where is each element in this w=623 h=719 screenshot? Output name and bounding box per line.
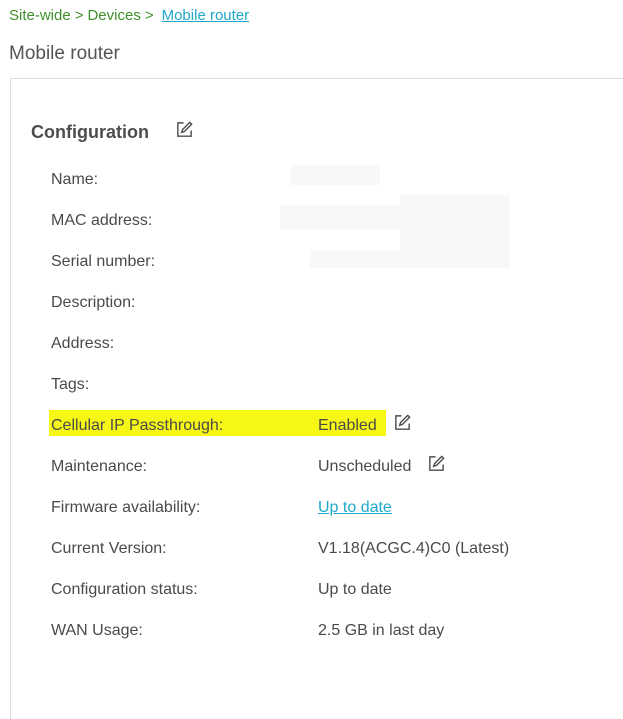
cellular-ip-passthrough-label: Cellular IP Passthrough: [51, 417, 224, 434]
firmware-availability-label: Firmware availability: [51, 499, 201, 516]
address-label: Address: [51, 335, 115, 352]
maintenance-value: Unscheduled [318, 458, 412, 475]
configuration-status-label: Configuration status: [51, 581, 198, 598]
breadcrumb-item-devices[interactable]: Devices [87, 7, 140, 24]
breadcrumb-separator: > [144, 7, 154, 24]
wan-usage-value: 2.5 GB in last day [318, 622, 445, 639]
edit-cellular-ip-passthrough-icon[interactable] [393, 413, 412, 432]
name-label: Name: [51, 171, 99, 188]
mac-address-label: MAC address: [51, 212, 153, 229]
configuration-title: Configuration [31, 122, 149, 142]
tags-label: Tags: [51, 376, 90, 393]
edit-icon[interactable] [175, 120, 194, 139]
cellular-ip-passthrough-value: Enabled [318, 417, 377, 434]
description-label: Description: [51, 294, 136, 311]
firmware-availability-link[interactable]: Up to date [318, 497, 392, 519]
breadcrumb-separator: > [74, 7, 84, 24]
edit-maintenance-icon[interactable] [427, 454, 446, 473]
configuration-status-value: Up to date [318, 581, 392, 598]
breadcrumb-item-site-wide[interactable]: Site-wide [9, 7, 71, 24]
wan-usage-label: WAN Usage: [51, 622, 143, 639]
current-version-label: Current Version: [51, 540, 167, 557]
breadcrumb-item-mobile-router[interactable]: Mobile router [162, 7, 250, 24]
serial-number-label: Serial number: [51, 253, 156, 270]
breadcrumb: Site-wide > Devices > Mobile router [9, 6, 249, 26]
page-title: Mobile router [9, 43, 120, 64]
current-version-value: V1.18(ACGC.4)C0 (Latest) [318, 540, 510, 557]
maintenance-label: Maintenance: [51, 458, 148, 475]
